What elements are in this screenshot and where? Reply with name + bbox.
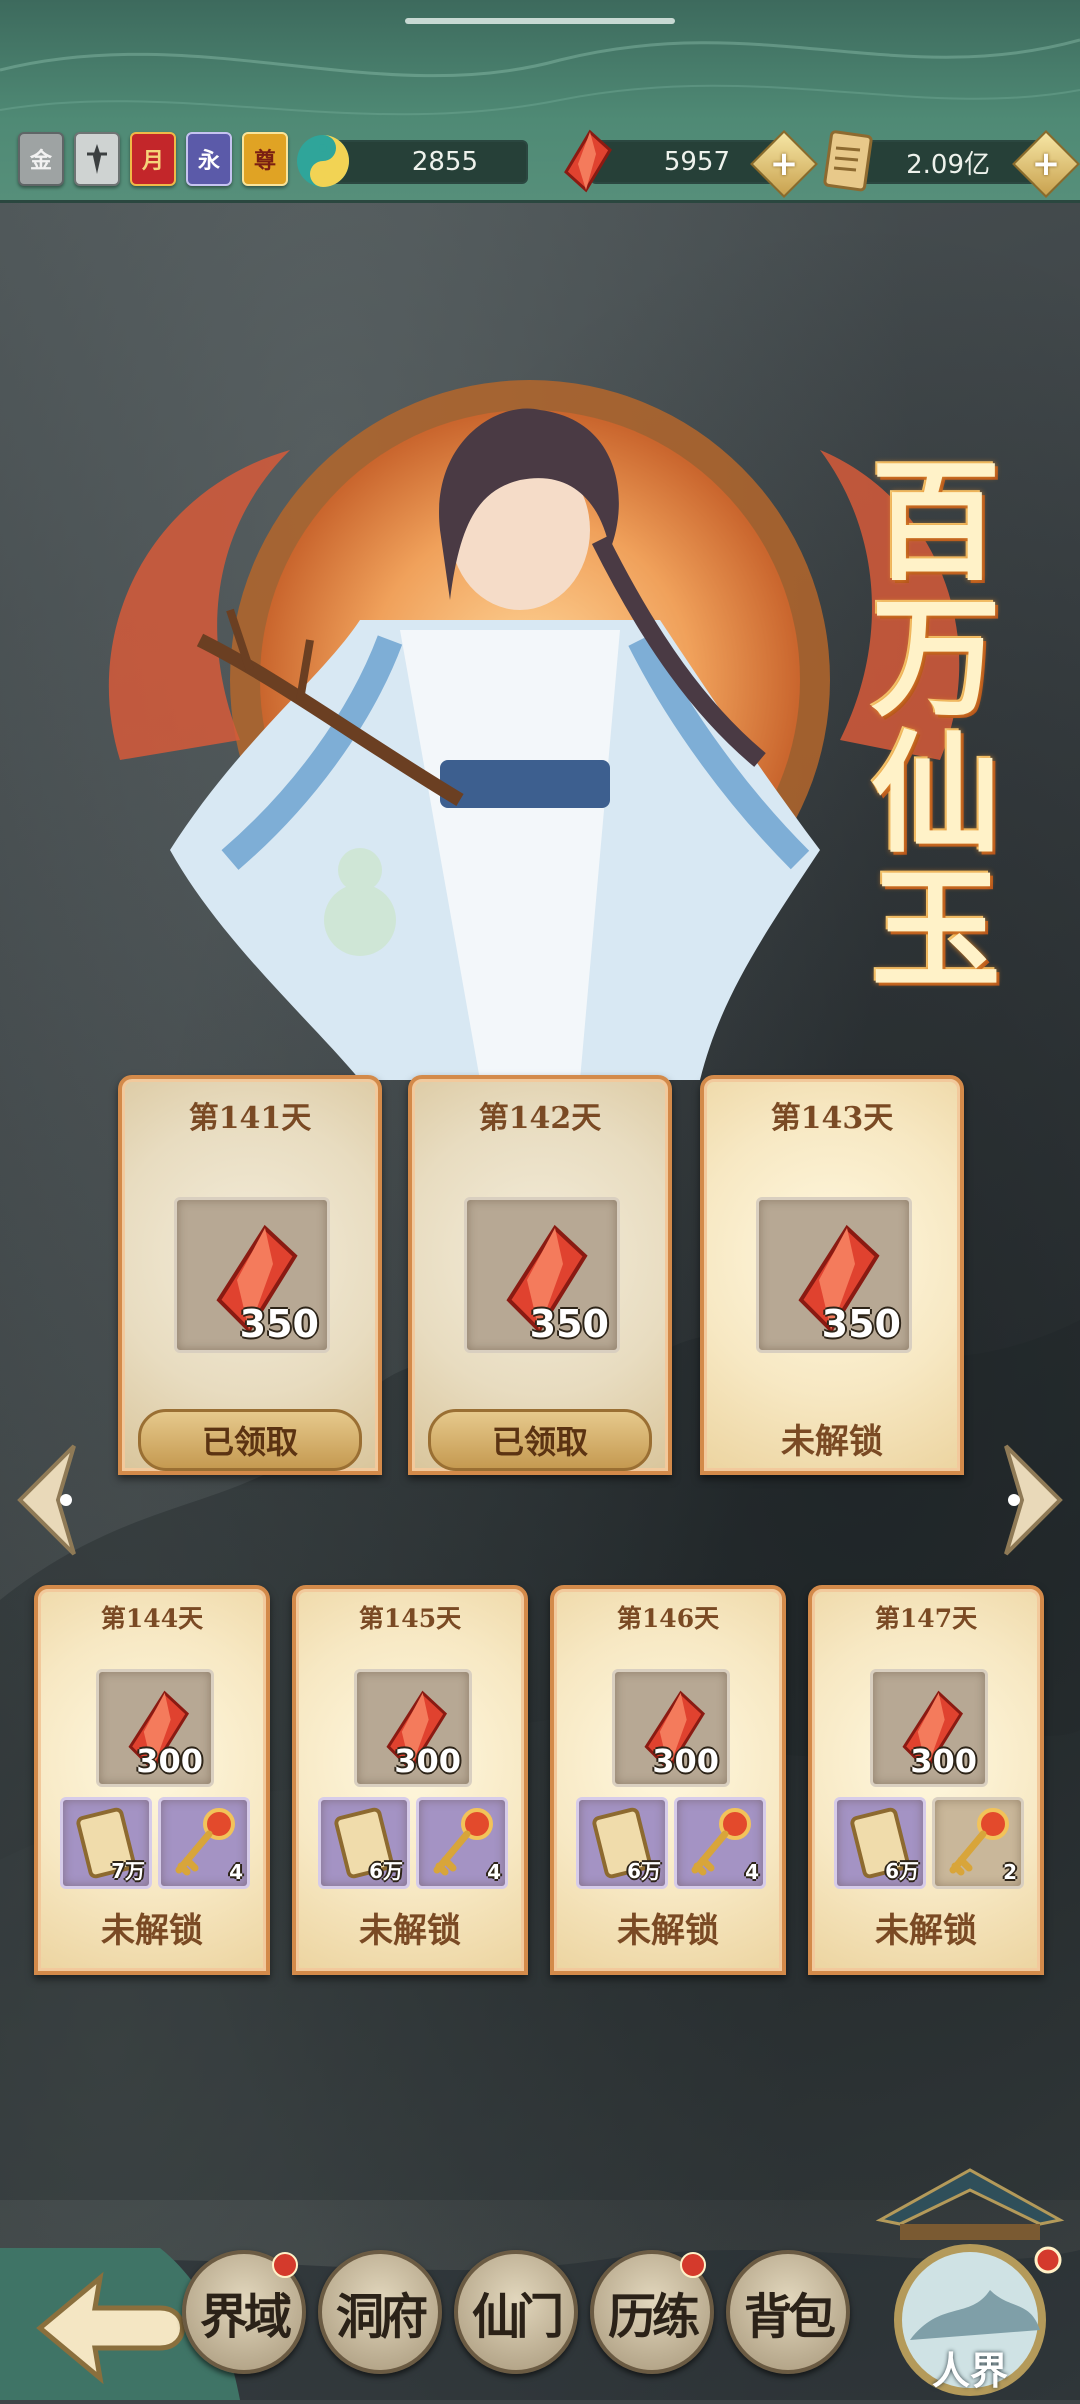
locked-status: 未解锁 xyxy=(875,1911,977,1951)
reward-card-day-142[interactable]: 第142天 350 已领取 xyxy=(408,1075,672,1475)
nav-label: 仙门 xyxy=(471,2289,564,2345)
badge-sword-icon[interactable] xyxy=(74,132,120,186)
item-quantity: 4 xyxy=(487,1860,501,1884)
nav-jieyu-button[interactable]: 界域 xyxy=(182,2250,306,2374)
event-title: 百万仙玉 xyxy=(849,453,1002,997)
item-quantity: 6万 xyxy=(627,1859,661,1883)
reward-item-slot[interactable]: 350 xyxy=(174,1197,330,1353)
nav-lilian-button[interactable]: 历练 xyxy=(590,2250,714,2374)
reward-card-day-147[interactable]: 第147天 300 6万 2 未解锁 xyxy=(808,1585,1044,1975)
item-quantity: 7万 xyxy=(111,1859,145,1883)
crystal-item-slot[interactable]: 300 xyxy=(612,1669,730,1787)
locked-status: 未解锁 xyxy=(101,1911,203,1951)
jade-swirl-icon xyxy=(297,135,349,187)
scroll-item-slot[interactable]: 7万 xyxy=(60,1797,152,1889)
reward-card-day-145[interactable]: 第145天 300 6万 4 未解锁 xyxy=(292,1585,528,1975)
prev-page-arrow-icon[interactable] xyxy=(14,1440,78,1560)
reward-item-slot[interactable]: 350 xyxy=(464,1197,620,1353)
reward-card-day-144[interactable]: 第144天 300 7万 4 未解锁 xyxy=(34,1585,270,1975)
claimed-status: 已领取 xyxy=(138,1409,362,1471)
item-quantity: 4 xyxy=(229,1860,243,1884)
crystal-item-slot[interactable]: 300 xyxy=(870,1669,988,1787)
realm-button[interactable]: 人界 xyxy=(860,2150,1080,2400)
nav-label: 背包 xyxy=(743,2289,836,2345)
day-label: 第143天 xyxy=(770,1101,894,1136)
reward-card-day-143[interactable]: 第143天 350 未解锁 xyxy=(700,1075,964,1475)
nav-label: 界域 xyxy=(199,2289,292,2345)
reward-card-day-141[interactable]: 第141天 350 已领取 xyxy=(118,1075,382,1475)
nav-dongfu-button[interactable]: 洞府 xyxy=(318,2250,442,2374)
crystal-item-slot[interactable]: 300 xyxy=(96,1669,214,1787)
nav-xianmen-button[interactable]: 仙门 xyxy=(454,2250,578,2374)
day-label: 第141天 xyxy=(188,1101,312,1136)
crystal-item-slot[interactable]: 300 xyxy=(354,1669,472,1787)
scroll-icon xyxy=(823,130,873,192)
claimed-status: 已领取 xyxy=(428,1409,652,1471)
item-quantity: 300 xyxy=(394,1742,461,1780)
nav-label: 洞府 xyxy=(335,2289,428,2345)
locked-status: 未解锁 xyxy=(617,1911,719,1951)
plus-icon: + xyxy=(769,144,799,184)
plus-icon: + xyxy=(1031,144,1061,184)
item-quantity: 350 xyxy=(239,1302,319,1346)
item-quantity: 300 xyxy=(910,1742,977,1780)
reward-card-day-146[interactable]: 第146天 300 6万 4 未解锁 xyxy=(550,1585,786,1975)
nav-label: 历练 xyxy=(607,2289,700,2345)
day-label: 第144天 xyxy=(100,1604,204,1633)
status-notch xyxy=(405,18,675,24)
realm-label: 人界 xyxy=(931,2348,1008,2393)
item-quantity: 350 xyxy=(529,1302,609,1346)
item-quantity: 300 xyxy=(652,1742,719,1780)
nav-beibao-button[interactable]: 背包 xyxy=(726,2250,850,2374)
vip-badges: 金 月 永 尊 xyxy=(18,132,288,186)
scroll-item-slot[interactable]: 6万 xyxy=(834,1797,926,1889)
item-quantity: 6万 xyxy=(885,1859,919,1883)
scroll-item-slot[interactable]: 6万 xyxy=(318,1797,410,1889)
key-item-slot[interactable]: 4 xyxy=(416,1797,508,1889)
badge-yue[interactable]: 月 xyxy=(130,132,176,186)
key-item-slot[interactable]: 4 xyxy=(674,1797,766,1889)
badge-yong[interactable]: 永 xyxy=(186,132,232,186)
key-item-slot[interactable]: 2 xyxy=(932,1797,1024,1889)
badge-zun[interactable]: 尊 xyxy=(242,132,288,186)
notification-dot xyxy=(680,2252,706,2278)
item-quantity: 6万 xyxy=(369,1859,403,1883)
day-label: 第146天 xyxy=(616,1604,720,1633)
next-page-arrow-icon[interactable] xyxy=(1002,1440,1066,1560)
item-quantity: 2 xyxy=(1003,1860,1017,1884)
item-quantity: 350 xyxy=(821,1302,901,1346)
locked-status: 未解锁 xyxy=(781,1422,883,1462)
day-label: 第145天 xyxy=(358,1604,462,1633)
day-label: 第142天 xyxy=(478,1101,602,1136)
locked-status: 未解锁 xyxy=(359,1911,461,1951)
day-label: 第147天 xyxy=(874,1604,978,1633)
key-item-slot[interactable]: 4 xyxy=(158,1797,250,1889)
item-quantity: 4 xyxy=(745,1860,759,1884)
reward-item-slot[interactable]: 350 xyxy=(756,1197,912,1353)
red-crystal-icon xyxy=(564,129,612,193)
notification-dot xyxy=(272,2252,298,2278)
scroll-item-slot[interactable]: 6万 xyxy=(576,1797,668,1889)
badge-jin[interactable]: 金 xyxy=(18,132,64,186)
item-quantity: 300 xyxy=(136,1742,203,1780)
